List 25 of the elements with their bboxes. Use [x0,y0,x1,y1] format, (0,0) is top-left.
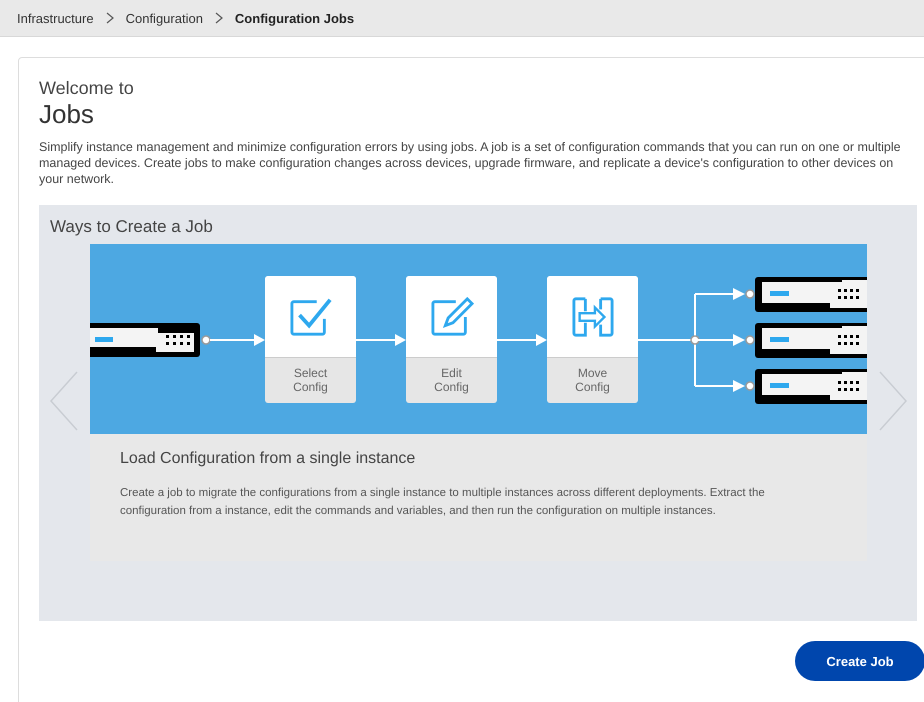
carousel-title: Ways to Create a Job [49,216,214,237]
current-page-title: Configuration Jobs [234,10,354,26]
create-job-button[interactable]: Create Job [795,641,924,681]
move-arrow-icon [570,296,616,338]
welcome-kicker: Welcome to [39,78,135,99]
server-icon [90,323,200,357]
connector-arrow [695,380,755,392]
checkbox-check-icon [288,296,334,338]
connector-arrow [695,288,755,300]
server-icon [755,369,867,404]
chevron-right-icon [214,12,223,24]
connector-arrow [695,334,755,346]
slide-description: Create a job to migrate the configurations from a single instance to multiple instances across different deployments. Extract the configuration from a instance, edit the commands and variables, and then run the configuration on multiple instances. [120,486,766,519]
slide-title: Load Configuration from a single instance [120,450,416,468]
page-description: Simplify instance management and minimize configuration errors by using jobs. A job is a set of configuration commands that you can run on one or multiple managed devices. Create jobs to make configuration changes across devices, upgrade firmware, and replicate a device's configuration to other devices on your network. [39,139,901,187]
step-label: Edit Config [433,366,470,394]
pencil-square-icon [428,296,474,338]
chevron-right-icon [106,12,114,24]
breadcrumb-link[interactable]: Infrastructure [17,10,94,26]
step-label: Move Config [574,366,611,394]
server-icon [755,277,867,312]
page-title: Jobs [39,99,95,129]
server-icon [755,323,867,358]
step-label: Select Config [292,366,329,394]
breadcrumb-link[interactable]: Configuration [126,10,203,26]
